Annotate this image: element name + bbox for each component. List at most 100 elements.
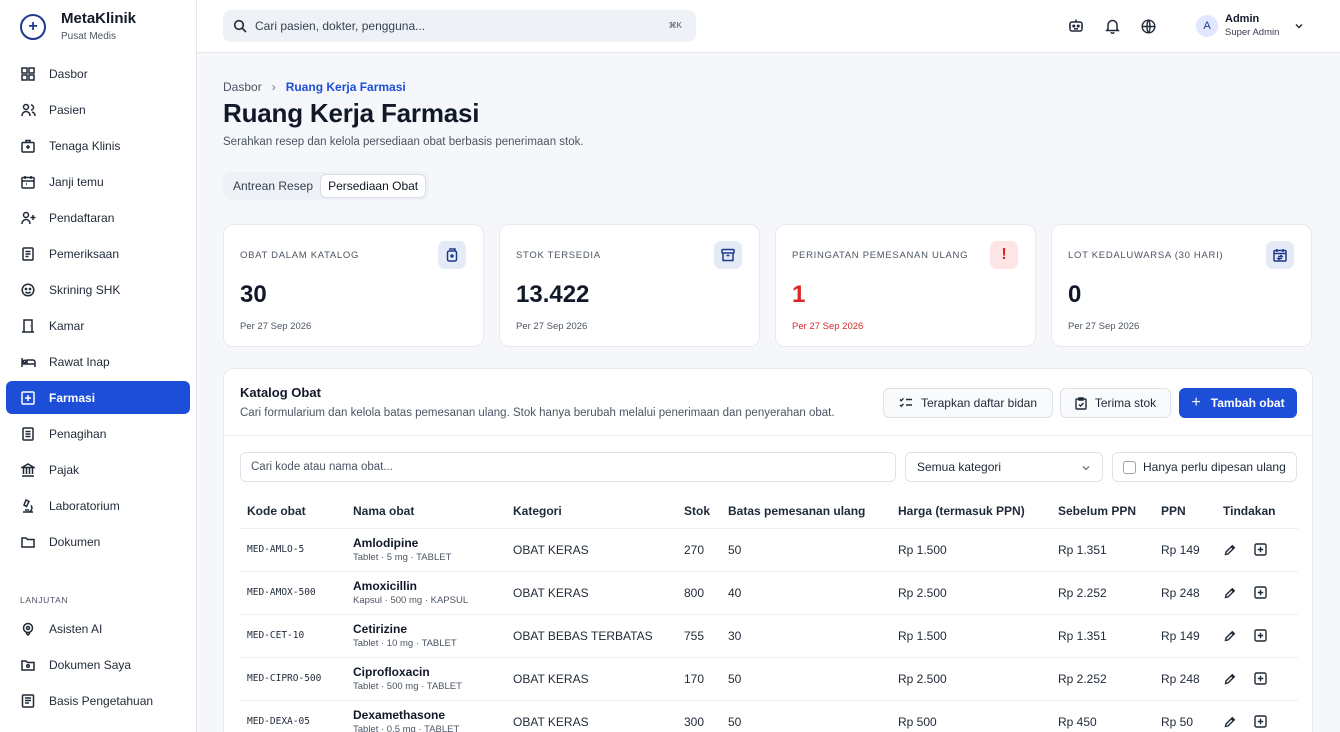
- topbar-actions: [1067, 17, 1175, 35]
- bell-icon[interactable]: [1103, 17, 1121, 35]
- stat-footer: Per 27 Sep 2026: [516, 321, 588, 332]
- drug-price-before-tax: Rp 2.252: [1051, 571, 1154, 615]
- drug-name-cell: Amlodipine Tablet · 5 mg · TABLET: [346, 528, 506, 572]
- sidebar: + MetaKlinik Pusat Medis Dasbor Pasien T…: [0, 0, 197, 732]
- calendar-icon: [20, 174, 36, 190]
- drug-description: Tablet · 500 mg · TABLET: [353, 680, 462, 692]
- edit-pencil-icon[interactable]: [1223, 629, 1237, 643]
- edit-pencil-icon[interactable]: [1223, 672, 1237, 686]
- column-header: Kategori: [506, 494, 677, 529]
- drug-stock: 300: [677, 700, 721, 732]
- sidebar-item-pemeriksaan[interactable]: Pemeriksaan: [6, 237, 190, 270]
- sidebar-item-pasien[interactable]: Pasien: [6, 93, 190, 126]
- stat-card-stock: STOK TERSEDIA 13.422 Per 27 Sep 2026: [499, 224, 760, 347]
- sidebar-item-farmasi[interactable]: Farmasi: [6, 381, 190, 414]
- global-search[interactable]: ⌘K: [223, 10, 696, 42]
- archive-icon: [714, 241, 742, 269]
- sidebar-item-label: Asisten AI: [49, 621, 103, 636]
- drug-name: Ciprofloxacin: [353, 664, 430, 679]
- drug-tax: Rp 149: [1154, 614, 1216, 658]
- add-drug-button[interactable]: + Tambah obat: [1179, 388, 1297, 418]
- sidebar-item-laboratorium[interactable]: Laboratorium: [6, 489, 190, 522]
- stat-value: 1: [792, 281, 806, 308]
- globe-icon[interactable]: [1139, 17, 1157, 35]
- category-select[interactable]: Semua kategori: [905, 452, 1103, 482]
- sidebar-item-asisten-ai[interactable]: Asisten AI: [6, 612, 190, 645]
- clipboard-icon: [20, 246, 36, 262]
- clipboard-receive-icon: [1075, 396, 1087, 410]
- add-square-icon[interactable]: [1253, 715, 1267, 729]
- screening-icon: [20, 282, 36, 298]
- add-square-icon[interactable]: [1253, 586, 1267, 600]
- edit-pencil-icon[interactable]: [1223, 543, 1237, 557]
- brand[interactable]: + MetaKlinik Pusat Medis: [20, 10, 136, 44]
- drug-tax: Rp 248: [1154, 571, 1216, 615]
- edit-pencil-icon[interactable]: [1223, 715, 1237, 729]
- sidebar-item-label: Pemeriksaan: [49, 246, 120, 261]
- edit-pencil-icon[interactable]: [1223, 586, 1237, 600]
- sidebar-item-dasbor[interactable]: Dasbor: [6, 57, 190, 90]
- bed-icon: [20, 354, 36, 370]
- tab-persediaan-obat[interactable]: Persediaan Obat: [320, 174, 427, 198]
- sidebar-item-janji-temu[interactable]: Janji temu: [6, 165, 190, 198]
- button-label: Tambah obat: [1210, 396, 1285, 410]
- robot-assistant-icon[interactable]: [1067, 17, 1085, 35]
- door-icon: [20, 318, 36, 334]
- tab-antrean-resep[interactable]: Antrean Resep: [226, 174, 320, 198]
- drug-name-cell: Dexamethasone Tablet · 0.5 mg · TABLET: [346, 700, 506, 732]
- user-menu[interactable]: A Admin Super Admin: [1196, 12, 1305, 39]
- breadcrumb-root[interactable]: Dasbor: [223, 80, 262, 94]
- folder-icon: [20, 534, 36, 550]
- plus-icon: +: [1191, 394, 1201, 411]
- table-row: MED-CIPRO-500 Ciprofloxacin Tablet · 500…: [240, 657, 1298, 701]
- sidebar-item-label: Penagihan: [49, 426, 107, 441]
- drug-search-input[interactable]: [240, 452, 896, 482]
- checkbox-label: Hanya perlu dipesan ulang: [1143, 460, 1286, 474]
- table-row: MED-CET-10 Cetirizine Tablet · 10 mg · T…: [240, 614, 1298, 658]
- stat-card-reorder-alert: PERINGATAN PEMESANAN ULANG ! 1 Per 27 Se…: [775, 224, 1036, 347]
- medical-cross-logo-icon: +: [20, 14, 46, 40]
- panel-title: Katalog Obat: [240, 385, 321, 400]
- sidebar-item-label: Kamar: [49, 318, 85, 333]
- receive-stock-button[interactable]: Terima stok: [1060, 388, 1171, 418]
- drug-actions: [1216, 700, 1298, 732]
- sidebar-item-pendaftaran[interactable]: Pendaftaran: [6, 201, 190, 234]
- sidebar-item-label: Pajak: [49, 462, 80, 477]
- sidebar-item-tenaga-klinis[interactable]: Tenaga Klinis: [6, 129, 190, 162]
- sidebar-item-pajak[interactable]: Pajak: [6, 453, 190, 486]
- sidebar-item-skrining-shk[interactable]: Skrining SHK: [6, 273, 190, 306]
- drug-description: Tablet · 5 mg · TABLET: [353, 551, 452, 563]
- column-header: PPN: [1154, 494, 1216, 529]
- drug-tax: Rp 149: [1154, 528, 1216, 572]
- table-header-row: Kode obat Nama obat Kategori Stok Batas …: [240, 494, 1298, 529]
- ai-icon: [20, 621, 36, 637]
- tab-bar: Antrean Resep Persediaan Obat: [223, 172, 430, 200]
- sidebar-item-dokumen[interactable]: Dokumen: [6, 525, 190, 558]
- sidebar-item-label: Janji temu: [49, 174, 104, 189]
- checkbox[interactable]: [1123, 460, 1136, 474]
- sidebar-item-rawat-inap[interactable]: Rawat Inap: [6, 345, 190, 378]
- button-label: Terapkan daftar bidan: [920, 396, 1038, 410]
- sidebar-nav-advanced: Asisten AI Dokumen Saya Basis Pengetahua…: [6, 612, 190, 720]
- add-square-icon[interactable]: [1253, 629, 1267, 643]
- column-header: Nama obat: [346, 494, 506, 529]
- drug-category: OBAT BEBAS TERBATAS: [506, 614, 677, 658]
- add-square-icon[interactable]: [1253, 543, 1267, 557]
- apply-midwife-list-button[interactable]: Terapkan daftar bidan: [883, 388, 1053, 418]
- reorder-only-checkbox[interactable]: Hanya perlu dipesan ulang: [1112, 452, 1297, 482]
- sidebar-item-basis-pengetahuan[interactable]: Basis Pengetahuan: [6, 684, 190, 717]
- sidebar-item-penagihan[interactable]: Penagihan: [6, 417, 190, 450]
- sidebar-item-label: Tenaga Klinis: [49, 138, 121, 153]
- sidebar-item-dokumen-saya[interactable]: Dokumen Saya: [6, 648, 190, 681]
- column-header: Tindakan: [1216, 494, 1298, 529]
- stat-footer: Per 27 Sep 2026: [792, 321, 864, 332]
- breadcrumb-current: Ruang Kerja Farmasi: [285, 80, 406, 94]
- pill-box-icon: [438, 241, 466, 269]
- page-title: Ruang Kerja Farmasi: [223, 98, 480, 128]
- global-search-input[interactable]: [255, 19, 645, 33]
- my-documents-icon: [20, 657, 36, 673]
- user-role: Super Admin: [1225, 27, 1280, 38]
- add-square-icon[interactable]: [1253, 672, 1267, 686]
- drug-price-before-tax: Rp 2.252: [1051, 657, 1154, 701]
- sidebar-item-kamar[interactable]: Kamar: [6, 309, 190, 342]
